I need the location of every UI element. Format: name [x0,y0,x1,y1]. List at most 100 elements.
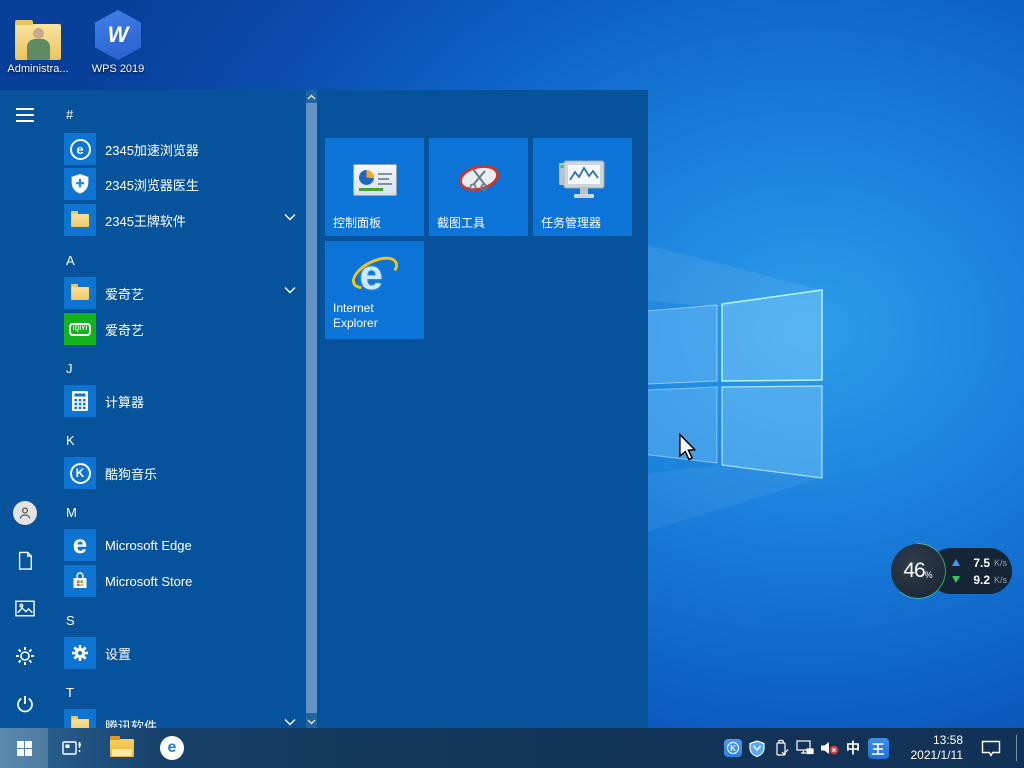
chevron-up-icon [307,94,316,100]
task-view-icon [62,739,82,757]
section-header-t[interactable]: T [66,685,74,703]
tile-control-panel[interactable]: 控制面板 [325,138,424,236]
section-header-k[interactable]: K [66,433,75,451]
section-header-m[interactable]: M [66,505,77,523]
app-item-kugou-music[interactable]: K 酷狗音乐 [58,457,306,489]
action-center-icon [981,740,1001,757]
ime-indicator: 中 [846,738,860,758]
chevron-down-icon [307,719,316,725]
app-group-iqiyi[interactable]: 爱奇艺 [58,277,306,309]
tray-date: 2021/1/11 [911,748,964,763]
usb-icon [774,739,789,757]
app-item-microsoft-store[interactable]: Microsoft Store [58,565,306,597]
file-explorer-icon [110,739,134,757]
app-group-tencent-software[interactable]: 腾讯软件 [58,709,306,728]
2345-browser-taskbar-button[interactable]: e [154,728,190,768]
document-icon [16,551,34,571]
snipping-tool-icon [429,154,528,206]
power-icon [15,694,35,714]
control-panel-icon [325,154,424,206]
tray-network[interactable] [794,728,816,768]
desktop: Administra... W WPS 2019 7.5 K/s 9.2 K/s [0,0,1024,768]
wps-icon: W [84,8,152,60]
network-icon [796,740,814,756]
hamburger-icon [16,108,34,122]
windows-logo-icon [17,741,32,756]
scroll-down-button[interactable] [306,715,317,728]
folder-icon [64,277,96,309]
start-button[interactable] [0,728,48,768]
settings-gear-icon [64,637,96,669]
task-manager-icon [533,154,632,206]
chevron-down-icon[interactable] [284,286,296,294]
wang-icon: 王 [868,738,889,759]
tray-kugou[interactable]: K [722,728,744,768]
net-speed-widget[interactable]: 7.5 K/s 9.2 K/s 46 % [888,541,1014,601]
tray-time: 13:58 [933,733,963,748]
desktop-icon-label: Administra... [4,63,72,75]
taskbar-clock[interactable]: 13:58 2021/1/11 [911,728,964,768]
section-header-s[interactable]: S [66,613,75,631]
upload-row: 7.5 K/s [952,556,1012,570]
section-header-hash[interactable]: # [66,107,73,125]
documents-button[interactable] [12,548,38,574]
speaker-muted-icon [820,740,840,756]
start-menu: # e 2345加速浏览器 2345浏览器医生 2345王牌软件 A 爱奇艺 [0,90,648,728]
tile-internet-explorer[interactable]: e Internet Explorer [325,241,424,339]
chevron-down-icon[interactable] [284,718,296,726]
scroll-up-button[interactable] [306,90,317,103]
gear-icon [15,646,35,666]
power-button[interactable] [12,691,38,717]
app-item-iqiyi[interactable]: iQIYI 爱奇艺 [58,313,306,345]
internet-explorer-icon: e [325,249,424,301]
expand-menu-button[interactable] [12,102,38,128]
kugou-tray-icon: K [724,739,742,757]
app-item-settings[interactable]: 设置 [58,637,306,669]
section-header-j[interactable]: J [66,361,73,379]
app-list-scrollbar-thumb[interactable] [306,103,317,713]
tray-usb-device[interactable] [770,728,792,768]
tile-task-manager[interactable]: 任务管理器 [533,138,632,236]
pictures-icon [15,600,35,617]
app-group-2345-software[interactable]: 2345王牌软件 [58,204,306,236]
file-explorer-button[interactable] [104,728,140,768]
section-header-a[interactable]: A [66,253,75,271]
memory-usage-gauge[interactable]: 46 % [888,541,948,601]
desktop-icon-administrator[interactable]: Administra... [4,8,72,75]
settings-button[interactable] [12,643,38,669]
download-row: 9.2 K/s [952,573,1012,587]
user-account-button[interactable] [12,500,38,526]
2345-browser-icon: e [64,133,96,165]
app-item-2345-browser[interactable]: e 2345加速浏览器 [58,133,306,165]
shield-plus-icon [64,168,96,200]
folder-icon [64,204,96,236]
app-item-2345-browser-doctor[interactable]: 2345浏览器医生 [58,168,306,200]
user-folder-icon [4,8,72,60]
tray-security-shield[interactable] [746,728,768,768]
kugou-icon: K [64,457,96,489]
shield-icon [749,740,765,757]
tile-snipping-tool[interactable]: 截图工具 [429,138,528,236]
calculator-icon [64,385,96,417]
upload-arrow-icon [952,559,960,566]
store-icon [64,565,96,597]
taskbar: e K [0,728,1024,768]
iqiyi-icon: iQIYI [64,313,96,345]
pictures-button[interactable] [12,595,38,621]
tray-volume-muted[interactable] [818,728,842,768]
tray-2345-king[interactable]: 王 [866,728,890,768]
browser-e-icon: e [160,736,184,760]
avatar-icon [13,501,37,525]
usage-percent: 46 [903,559,924,583]
task-view-button[interactable] [54,728,90,768]
show-desktop-divider[interactable] [1016,735,1017,761]
desktop-icon-label: WPS 2019 [84,63,152,75]
tray-ime-chinese[interactable]: 中 [843,728,863,768]
edge-icon: e [64,529,96,561]
app-item-calculator[interactable]: 计算器 [58,385,306,417]
chevron-down-icon[interactable] [284,213,296,221]
action-center-button[interactable] [976,728,1006,768]
desktop-icon-wps-2019[interactable]: W WPS 2019 [84,8,152,75]
download-arrow-icon [952,576,960,583]
app-item-microsoft-edge[interactable]: e Microsoft Edge [58,529,306,561]
